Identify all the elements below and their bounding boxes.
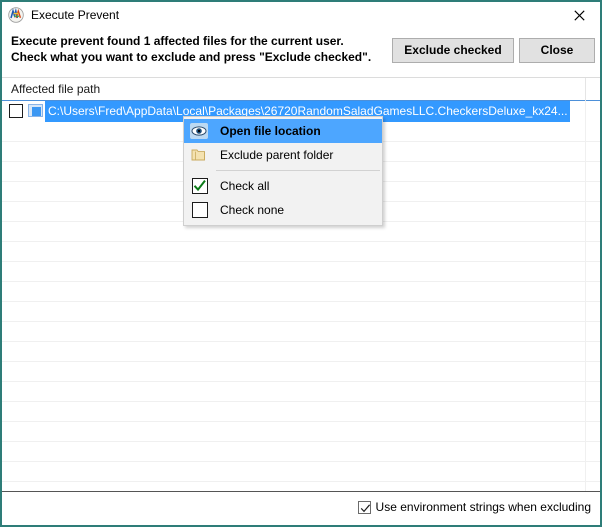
list-header: Affected file path [2, 78, 600, 101]
context-menu-item-open-file-location[interactable]: Open file location [184, 119, 382, 143]
column-divider [585, 78, 586, 101]
title-bar: Execute Prevent [2, 2, 600, 28]
context-menu-label: Check none [220, 203, 285, 217]
table-row[interactable] [2, 302, 600, 322]
execute-prevent-window: Execute Prevent Execute prevent found 1 … [0, 0, 602, 527]
table-row[interactable] [2, 382, 600, 402]
folder-icon [188, 145, 212, 165]
checkbox-checked-icon [188, 176, 212, 196]
checkbox-unchecked-icon [188, 200, 212, 220]
table-row[interactable] [2, 442, 600, 462]
message-line-1: Execute prevent found 1 affected files f… [11, 34, 344, 48]
exclude-checked-button[interactable]: Exclude checked [392, 38, 514, 63]
row-checkbox[interactable] [9, 104, 23, 118]
footer-bar: Use environment strings when excluding [2, 492, 600, 525]
context-menu-label: Check all [220, 179, 270, 193]
context-menu-item-exclude-parent-folder[interactable]: Exclude parent folder [184, 143, 382, 167]
context-menu[interactable]: Open file location Exclude parent folder… [183, 116, 383, 226]
close-icon[interactable] [558, 3, 600, 28]
context-menu-separator [216, 170, 380, 171]
use-environment-strings-label: Use environment strings when excluding [375, 500, 591, 514]
app-icon [8, 7, 24, 23]
context-menu-item-check-all[interactable]: Check all [184, 174, 382, 198]
context-menu-item-check-none[interactable]: Check none [184, 198, 382, 222]
table-row[interactable] [2, 482, 600, 491]
column-header-affected-file-path[interactable]: Affected file path [11, 82, 100, 96]
table-row[interactable] [2, 322, 600, 342]
eye-icon [188, 121, 212, 141]
message-line-2: Check what you want to exclude and press… [11, 50, 372, 64]
close-button[interactable]: Close [519, 38, 595, 63]
table-row[interactable] [2, 342, 600, 362]
table-row[interactable] [2, 282, 600, 302]
file-icon [28, 104, 43, 117]
table-row[interactable] [2, 362, 600, 382]
checkbox-checked-icon [357, 500, 371, 514]
message-area: Execute prevent found 1 affected files f… [2, 28, 600, 77]
context-menu-label: Exclude parent folder [220, 148, 334, 162]
table-row[interactable] [2, 242, 600, 262]
context-menu-label: Open file location [220, 124, 321, 138]
column-divider-body [585, 101, 586, 491]
table-row[interactable] [2, 422, 600, 442]
table-row[interactable] [2, 402, 600, 422]
table-row[interactable] [2, 262, 600, 282]
window-title: Execute Prevent [31, 8, 120, 22]
table-row[interactable] [2, 462, 600, 482]
use-environment-strings-checkbox[interactable]: Use environment strings when excluding [357, 500, 591, 514]
